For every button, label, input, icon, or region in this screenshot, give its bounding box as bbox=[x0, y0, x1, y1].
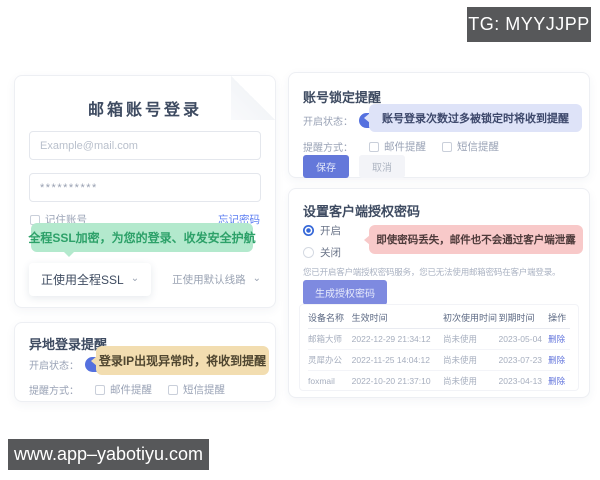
client-password-panel: 设置客户端授权密码 开启 即使密码丢失，邮件也不会通过客户端泄露 关闭 您已开启… bbox=[288, 188, 590, 398]
col-first-use: 初次使用时间 bbox=[442, 312, 497, 323]
lock-tooltip: 账号登录次数过多被锁定时将收到提醒 bbox=[364, 104, 582, 132]
cell-device: foxmail bbox=[308, 376, 335, 386]
password-field[interactable] bbox=[29, 173, 261, 202]
col-effective: 生效时间 bbox=[351, 312, 388, 323]
lock-tooltip-text: 账号登录次数过多被锁定时将收到提醒 bbox=[382, 113, 569, 125]
chevron-down-icon: ⌄ bbox=[252, 273, 261, 284]
col-expire: 到期时间 bbox=[498, 312, 535, 323]
table-header-row: 设备名称 生效时间 初次使用时间 到期时间 操作 bbox=[308, 306, 570, 329]
cell-effective: 2022-11-25 14:04:12 bbox=[351, 355, 430, 365]
checkbox-icon bbox=[369, 141, 379, 152]
client-note: 您已开启客户端授权密码服务，您已无法使用邮箱密码在客户端登录。 bbox=[303, 267, 561, 277]
method-label: 提醒方式： bbox=[303, 143, 353, 154]
connection-row: 正使用全程SSL ⌄ 正使用默认线路 ⌄ bbox=[29, 262, 261, 296]
col-device: 设备名称 bbox=[308, 312, 345, 323]
route-dropdown[interactable]: 正使用默认线路 ⌄ bbox=[172, 268, 261, 291]
lock-buttons-row: 保存 取消 bbox=[303, 155, 405, 178]
radio-on-label: 开启 bbox=[320, 225, 341, 237]
sms-alert-checkbox[interactable]: 短信提醒 bbox=[442, 139, 499, 154]
mail-alert-checkbox[interactable]: 邮件提醒 bbox=[369, 139, 426, 154]
account-lock-panel: 账号锁定提醒 开启状态： 账号登录次数过多被锁定时将收到提醒 提醒方式： 邮件提… bbox=[288, 72, 590, 178]
status-label: 开启状态： bbox=[303, 117, 353, 128]
radio-off-label: 关闭 bbox=[320, 247, 341, 259]
login-panel: 邮箱账号登录 记住账号 忘记密码 全程SSL加密，为您的登录、收发安全护航 正使… bbox=[14, 75, 276, 308]
mail-alert-label: 邮件提醒 bbox=[384, 141, 426, 153]
checkbox-icon bbox=[442, 141, 452, 152]
login-title: 邮箱账号登录 bbox=[87, 102, 202, 119]
sms-alert-checkbox[interactable]: 短信提醒 bbox=[168, 382, 225, 397]
email-field[interactable] bbox=[29, 131, 261, 160]
tg-contact-badge: TG: MYYJJPP bbox=[467, 7, 591, 42]
remote-tooltip: 登录IP出现异常时，将收到提醒 bbox=[91, 346, 269, 375]
tooltip-arrow-icon bbox=[63, 251, 75, 257]
cell-first-use: 尚未使用 bbox=[442, 334, 477, 344]
mail-alert-label: 邮件提醒 bbox=[110, 384, 152, 396]
col-action: 操作 bbox=[548, 312, 567, 323]
client-tooltip: 即使密码丢失，邮件也不会通过客户端泄露 bbox=[364, 225, 583, 254]
sms-alert-label: 短信提醒 bbox=[457, 141, 499, 153]
radio-selected-icon[interactable] bbox=[303, 225, 314, 236]
method-label: 提醒方式： bbox=[29, 386, 79, 397]
remote-tooltip-text: 登录IP出现异常时，将收到提醒 bbox=[98, 354, 267, 368]
table-row: 灵犀办公 2022-11-25 14:04:12 尚未使用 2023-07-23… bbox=[308, 350, 570, 371]
watermark-url: www.app–yabotiyu.com bbox=[8, 439, 209, 470]
delete-link[interactable]: 删除 bbox=[548, 371, 570, 390]
route-dropdown-label: 正使用默认线路 bbox=[172, 273, 246, 286]
auth-password-table: 设备名称 生效时间 初次使用时间 到期时间 操作 邮箱大师 2022-12-29… bbox=[299, 304, 579, 391]
cell-expire: 2023-07-23 bbox=[498, 355, 543, 365]
lock-panel-title: 账号锁定提醒 bbox=[303, 90, 382, 105]
chevron-down-icon: ⌄ bbox=[130, 273, 140, 284]
remote-methods-row: 提醒方式： 邮件提醒 短信提醒 bbox=[29, 382, 225, 397]
cell-expire: 2023-05-04 bbox=[498, 334, 543, 344]
checkbox-icon bbox=[95, 384, 105, 395]
page: TG: MYYJJPP www.app–yabotiyu.com 邮箱账号登录 … bbox=[0, 0, 600, 480]
table-row: foxmail 2022-10-20 21:37:10 尚未使用 2023-04… bbox=[308, 371, 570, 390]
sms-alert-label: 短信提醒 bbox=[183, 384, 225, 396]
cell-first-use: 尚未使用 bbox=[442, 376, 477, 386]
lock-methods-row: 提醒方式： 邮件提醒 短信提醒 bbox=[303, 139, 499, 154]
cancel-button[interactable]: 取消 bbox=[359, 155, 405, 178]
mail-alert-checkbox[interactable]: 邮件提醒 bbox=[95, 382, 152, 397]
cell-expire: 2023-04-13 bbox=[498, 376, 543, 386]
cell-effective: 2022-10-20 21:37:10 bbox=[351, 376, 431, 386]
client-tooltip-text: 即使密码丢失，邮件也不会通过客户端泄露 bbox=[376, 234, 576, 246]
radio-unselected-icon[interactable] bbox=[303, 247, 314, 258]
generate-password-button[interactable]: 生成授权密码 bbox=[303, 280, 387, 305]
radio-off-row: 关闭 bbox=[303, 245, 341, 260]
client-panel-title: 设置客户端授权密码 bbox=[303, 204, 421, 219]
ssl-tooltip: 全程SSL加密，为您的登录、收发安全护航 bbox=[28, 223, 256, 257]
remote-login-panel: 异地登录提醒 开启状态： 登录IP出现异常时，将收到提醒 提醒方式： 邮件提醒 … bbox=[14, 322, 276, 402]
radio-on-row: 开启 bbox=[303, 223, 341, 238]
delete-link[interactable]: 删除 bbox=[548, 350, 570, 370]
status-label: 开启状态： bbox=[29, 361, 79, 372]
delete-link[interactable]: 删除 bbox=[548, 329, 570, 349]
ssl-dropdown-label: 正使用全程SSL bbox=[41, 272, 124, 287]
ssl-tooltip-text: 全程SSL加密，为您的登录、收发安全护航 bbox=[28, 231, 256, 245]
cell-device: 灵犀办公 bbox=[308, 355, 343, 365]
save-button[interactable]: 保存 bbox=[303, 155, 349, 178]
cell-first-use: 尚未使用 bbox=[442, 355, 477, 365]
ssl-dropdown[interactable]: 正使用全程SSL ⌄ bbox=[29, 262, 152, 296]
cell-device: 邮箱大师 bbox=[308, 334, 343, 344]
checkbox-icon bbox=[168, 384, 178, 395]
cell-effective: 2022-12-29 21:34:12 bbox=[351, 334, 431, 344]
table-row: 邮箱大师 2022-12-29 21:34:12 尚未使用 2023-05-04… bbox=[308, 329, 570, 350]
